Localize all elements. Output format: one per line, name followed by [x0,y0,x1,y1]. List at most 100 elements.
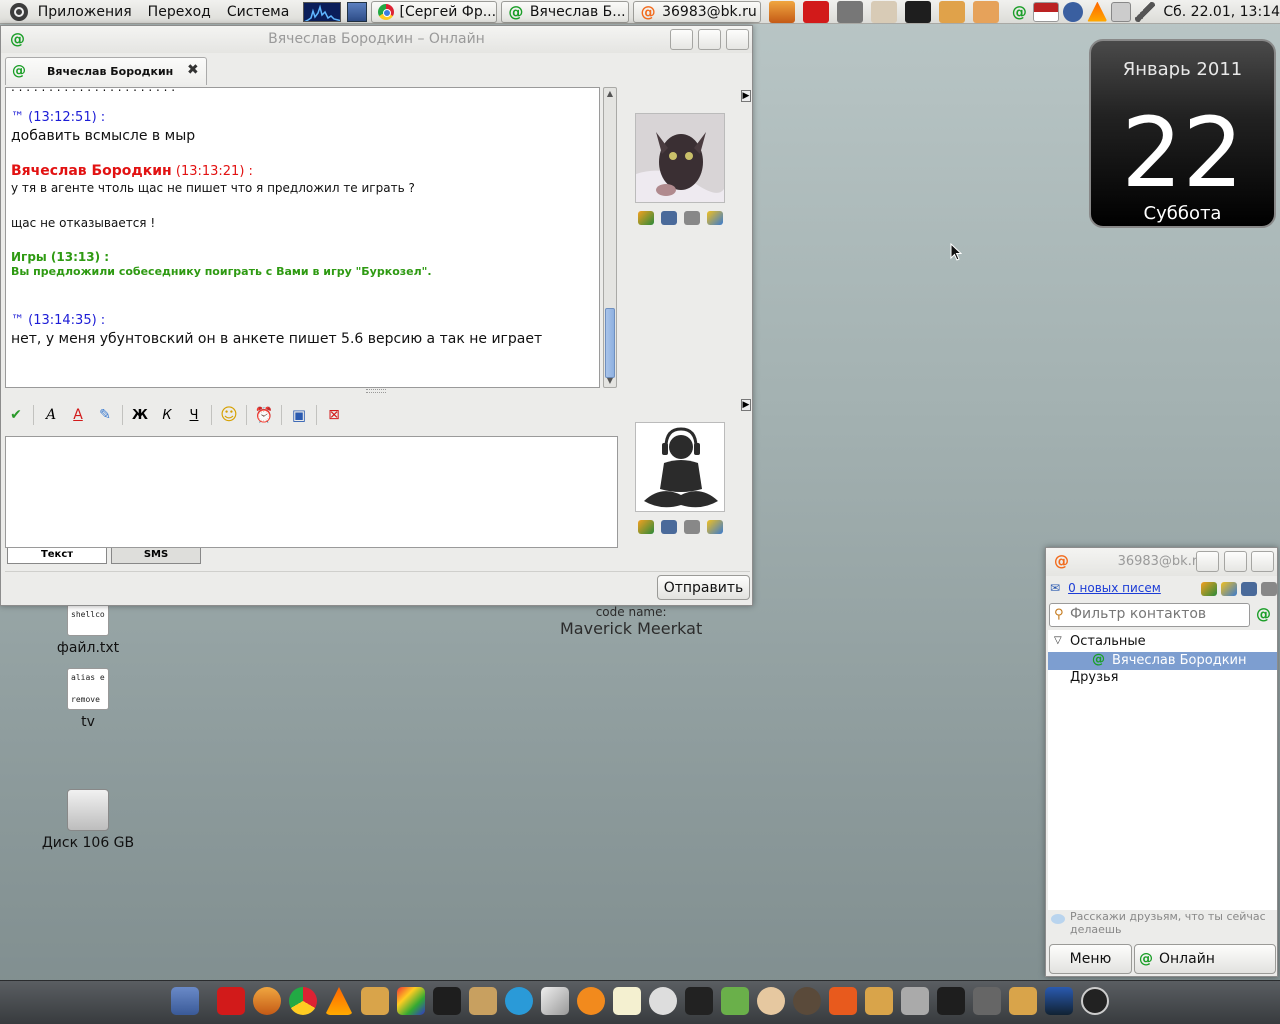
menu-places[interactable]: Переход [140,0,219,24]
underline-button[interactable]: Ч [183,404,205,426]
chat-tab[interactable]: @ Вячеслав Бородкин ✖ [5,57,207,85]
status-button[interactable]: @ Онлайн [1134,944,1276,974]
new-mail-link[interactable]: 0 новых писем [1068,581,1161,595]
status-icon[interactable]: @ [1256,605,1271,623]
highlight-icon[interactable]: ✎ [94,404,116,426]
text-editor-icon[interactable] [613,987,641,1015]
message-input[interactable] [5,436,618,548]
app-icon[interactable] [871,0,898,23]
media-play-icon[interactable] [1063,1,1084,22]
opera-icon[interactable] [217,987,245,1015]
collapse-arrow-icon[interactable]: ▽ [1054,635,1062,646]
tab-text[interactable]: Текст [7,548,107,564]
users-icon[interactable] [638,520,654,534]
maximize-button[interactable] [1224,551,1247,572]
video-icon[interactable] [684,211,700,225]
shell-icon[interactable] [757,987,785,1015]
audio-player-icon[interactable] [973,0,1000,23]
trash-icon[interactable] [901,987,929,1015]
maximize-button[interactable] [698,29,721,50]
desktop-drive-icon[interactable]: Диск 106 GB [40,789,136,851]
send-button[interactable]: Отправить [657,575,750,600]
keyboard-layout-flag-icon[interactable] [1033,1,1060,22]
folder-icon[interactable] [865,987,893,1015]
firefox-icon[interactable] [253,987,281,1015]
alarm-clock-icon[interactable]: ⏰ [253,404,275,426]
mail-agent-icon[interactable] [577,987,605,1015]
network-icon[interactable] [1111,1,1132,22]
camera-icon[interactable] [661,211,677,225]
window-icon[interactable] [541,987,569,1015]
spellcheck-icon[interactable]: ✔ [5,404,27,426]
video-editor-icon[interactable] [685,987,713,1015]
home-folder-icon[interactable] [361,987,389,1015]
terminal-icon[interactable] [905,0,932,23]
task-chrome[interactable]: [Сергей Фр... [370,0,497,23]
scrollbar-thumb[interactable] [605,308,615,378]
terminal-icon[interactable] [937,987,965,1015]
terminal-icon[interactable] [433,987,461,1015]
panel-clock[interactable]: Сб. 22.01, 13:14 [1163,4,1280,20]
task-contacts[interactable]: @ 36983@bk.ru [633,0,762,23]
close-button[interactable] [1251,551,1274,572]
menu-system[interactable]: Система [219,0,297,24]
tab-sms[interactable]: SMS [111,548,201,564]
edit-contact-icon[interactable] [1221,582,1237,596]
power-icon[interactable] [1081,987,1109,1015]
chat-titlebar[interactable]: @ Вячеслав Бородкин – Онлайн [1,26,752,53]
system-monitor-icon[interactable] [303,1,341,22]
volume-icon[interactable] [1135,1,1156,22]
bold-button[interactable]: Ж [129,404,151,426]
ubuntu-logo-icon[interactable] [10,2,28,21]
speaker-icon[interactable] [793,987,821,1015]
users-icon[interactable] [1201,582,1217,596]
users-icon[interactable] [638,211,654,225]
vlc-icon[interactable] [325,987,353,1015]
file-manager-icon[interactable] [171,987,199,1015]
mail-agent-tray-icon[interactable]: @ [1009,2,1029,22]
contact-filter-input[interactable]: ⚲ Фильтр контактов [1049,603,1250,627]
video-icon[interactable] [684,520,700,534]
paint-icon[interactable] [397,987,425,1015]
menu-button[interactable]: Меню [1049,944,1132,974]
desktop-file-icon[interactable]: alias e remove tv [46,668,130,730]
status-message-hint[interactable]: Расскажи друзьям, что ты сейчас делаешь [1048,910,1277,940]
minimize-button[interactable] [670,29,693,50]
package-icon[interactable] [469,987,497,1015]
video-icon[interactable] [1261,582,1277,596]
splitter-handle[interactable] [366,389,386,393]
opera-icon[interactable] [803,0,830,23]
expand-arrow-icon[interactable]: ▶ [741,399,751,411]
package-icon[interactable] [939,0,966,23]
camera-icon[interactable] [661,520,677,534]
contact-group[interactable]: Друзья [1048,670,1277,687]
system-tool-icon[interactable] [837,0,864,23]
contact-list[interactable]: ▽ Остальные @ Вячеслав Бородкин Друзья [1048,630,1277,910]
text-color-icon[interactable]: A [67,404,89,426]
menu-applications[interactable]: Приложения [30,0,140,24]
chrome-icon[interactable] [289,987,317,1015]
music-icon[interactable] [973,987,1001,1015]
minimize-button[interactable] [1196,551,1219,572]
close-tab-icon[interactable]: ✖ [187,62,199,78]
recycle-icon[interactable] [721,987,749,1015]
calendar-widget[interactable]: Январь 2011 22 Суббота [1089,39,1276,228]
italic-button[interactable]: К [156,404,178,426]
desktop-switch-icon[interactable] [1045,987,1073,1015]
show-desktop-icon[interactable] [346,1,367,22]
ubuntu-software-icon[interactable] [829,987,857,1015]
history-scrollbar[interactable]: ▲ ▼ [603,87,617,388]
font-icon[interactable]: A [40,404,62,426]
message-history[interactable]: . . . . . . . . . . . . . . . . . . . . … [5,87,600,388]
magnifier-icon[interactable] [649,987,677,1015]
scroll-up-arrow-icon[interactable]: ▲ [605,89,615,99]
folder-icon[interactable] [1009,987,1037,1015]
clear-history-icon[interactable]: ⊠ [323,404,345,426]
smiley-icon[interactable]: ☺ [218,404,240,426]
task-chat[interactable]: @ Вячеслав Б... [500,0,630,23]
close-button[interactable] [726,29,749,50]
contact-group[interactable]: ▽ Остальные [1048,634,1277,651]
contact-item[interactable]: @ Вячеслав Бородкин [1048,652,1277,670]
scroll-down-arrow-icon[interactable]: ▼ [605,376,615,386]
firefox-icon[interactable] [769,0,796,23]
